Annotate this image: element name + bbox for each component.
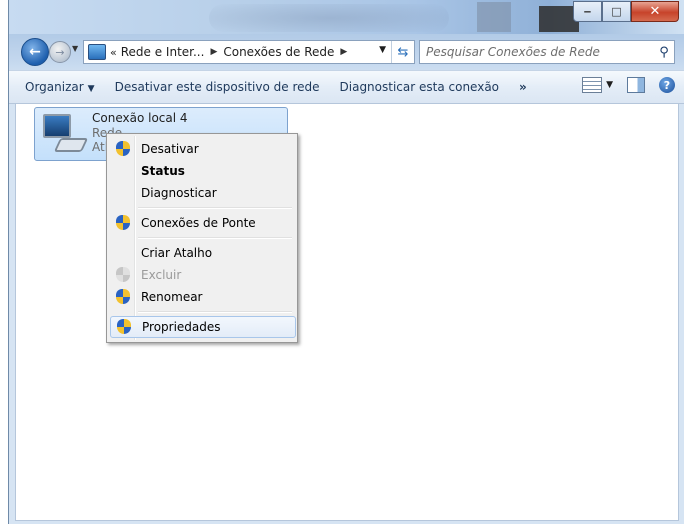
- menu-item-label: Conexões de Ponte: [141, 216, 256, 230]
- back-button[interactable]: ←: [21, 38, 49, 66]
- control-panel-icon: [88, 44, 106, 60]
- close-button[interactable]: ✕: [631, 1, 679, 22]
- connection-name: Conexão local 4: [92, 111, 188, 125]
- breadcrumb-separator-icon[interactable]: ▶: [340, 47, 347, 57]
- menu-item-label: Criar Atalho: [141, 246, 213, 260]
- network-cable-icon: [53, 138, 89, 152]
- menu-item-label: Excluir: [141, 268, 182, 282]
- aero-glass-reflection: [209, 4, 449, 32]
- monitor-icon: [43, 114, 71, 138]
- uac-shield-icon: [116, 141, 130, 157]
- command-bar: Organizar ▼ Desativar este dispositivo de…: [9, 70, 684, 104]
- menu-item-status[interactable]: Status: [110, 160, 294, 182]
- help-icon[interactable]: ?: [659, 77, 675, 93]
- uac-shield-icon: [116, 267, 130, 283]
- breadcrumb-network-connections[interactable]: Conexões de Rede: [223, 45, 334, 59]
- recent-pages-dropdown[interactable]: ▼: [72, 44, 78, 53]
- address-dropdown-icon[interactable]: ▼: [379, 45, 386, 55]
- breadcrumb-network-internet[interactable]: Rede e Inter...: [121, 45, 205, 59]
- chevron-down-icon: ▼: [606, 80, 613, 90]
- diagnose-connection-button[interactable]: Diagnosticar esta conexão: [330, 80, 510, 94]
- context-menu: Desativar Status Diagnosticar Conexões d…: [106, 133, 298, 343]
- menu-item-delete: Excluir: [110, 264, 294, 286]
- toolbar-right-group: ▼ ?: [582, 77, 675, 93]
- more-commands-button[interactable]: »: [509, 80, 537, 94]
- organize-label: Organizar: [25, 80, 84, 94]
- uac-shield-icon: [116, 289, 130, 305]
- menu-separator: [138, 237, 292, 239]
- maximize-button[interactable]: □: [602, 1, 631, 22]
- network-adapter-icon: [43, 114, 89, 152]
- menu-separator: [138, 207, 292, 209]
- chevron-down-icon: ▼: [87, 84, 95, 94]
- menu-item-label: Propriedades: [142, 320, 221, 334]
- navigation-bar: ← → ▼ « Rede e Inter... ▶ Conexões de Re…: [9, 36, 684, 66]
- menu-item-label: Desativar: [141, 142, 199, 156]
- preview-pane-icon[interactable]: [627, 77, 645, 93]
- window-controls: ‒ □ ✕: [573, 1, 679, 22]
- menu-separator: [138, 311, 292, 313]
- disable-device-button[interactable]: Desativar este dispositivo de rede: [105, 80, 330, 94]
- uac-shield-icon: [116, 215, 130, 231]
- menu-item-label: Renomear: [141, 290, 203, 304]
- change-view-button[interactable]: ▼: [582, 77, 613, 93]
- menu-item-diagnose[interactable]: Diagnosticar: [110, 182, 294, 204]
- aero-glass-reflection: [477, 2, 511, 32]
- breadcrumb-separator-icon[interactable]: ▶: [210, 47, 217, 57]
- search-icon[interactable]: ⚲: [654, 45, 674, 60]
- refresh-icon[interactable]: ⇆: [391, 41, 414, 63]
- organize-button[interactable]: Organizar ▼: [9, 80, 105, 94]
- forward-button[interactable]: →: [49, 41, 71, 63]
- menu-item-disable[interactable]: Desativar: [110, 138, 294, 160]
- search-input[interactable]: Pesquisar Conexões de Rede ⚲: [419, 40, 675, 64]
- menu-item-bridge-connections[interactable]: Conexões de Ponte: [110, 212, 294, 234]
- hidden-path-chevron[interactable]: «: [110, 46, 117, 59]
- details-view-icon: [582, 77, 603, 93]
- menu-item-label: Status: [141, 164, 185, 178]
- minimize-button[interactable]: ‒: [573, 1, 602, 22]
- uac-shield-icon: [117, 319, 131, 335]
- arrow-left-icon: ←: [29, 44, 41, 60]
- menu-item-label: Diagnosticar: [141, 186, 217, 200]
- arrow-right-icon: →: [55, 45, 65, 59]
- search-placeholder: Pesquisar Conexões de Rede: [426, 45, 600, 59]
- menu-item-properties[interactable]: Propriedades: [110, 316, 296, 338]
- menu-item-rename[interactable]: Renomear: [110, 286, 294, 308]
- menu-item-create-shortcut[interactable]: Criar Atalho: [110, 242, 294, 264]
- address-bar[interactable]: « Rede e Inter... ▶ Conexões de Rede ▶ ▼…: [83, 40, 415, 64]
- title-bar: ‒ □ ✕: [9, 0, 684, 34]
